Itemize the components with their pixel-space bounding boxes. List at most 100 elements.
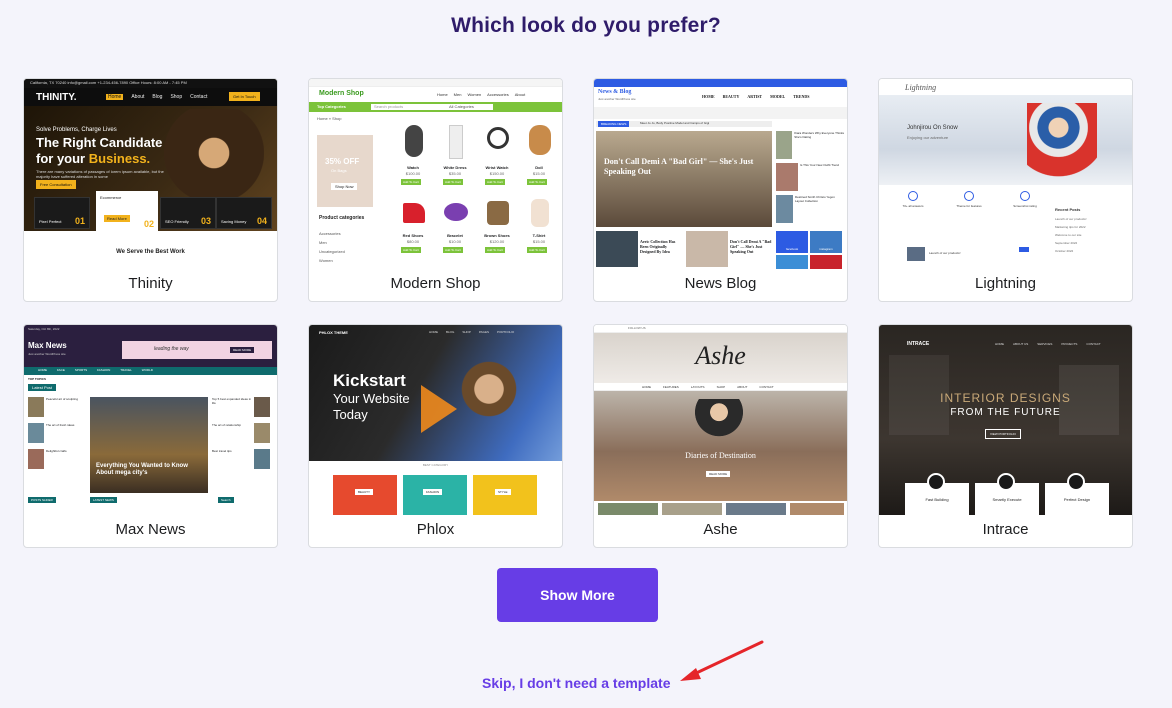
preview-logo: Modern Shop <box>319 90 364 97</box>
preview-tagline: Just another WordPress site <box>28 352 66 356</box>
page-title: Which look do you prefer? <box>451 14 721 37</box>
feature-box: SEO Friendly 03 <box>160 197 216 229</box>
preview-headline-2: FROM THE FUTURE <box>950 407 1061 418</box>
template-name: Intrace <box>982 521 1029 538</box>
preview-latest-list: Peaceful art of sculpting The art of fre… <box>28 397 86 469</box>
preview-nav: HOME BEAUTY ARTIST MODEL TRENDS <box>702 94 810 99</box>
preview-headline: Kickstart <box>333 371 406 390</box>
preview-banner: leading the way READ MORE <box>122 341 272 359</box>
template-name: Modern Shop <box>390 275 481 292</box>
preview-bottom-item: Aeric Collection Has Been Originally Des… <box>640 239 676 254</box>
preview-hero: Johnjirou On Snow Enjoying our adventure <box>879 95 1132 185</box>
preview-post-title: Launch of our products! <box>929 251 961 255</box>
preview-ticker: TOP TOPICS <box>28 377 47 381</box>
product-card: Wrist Watch $150.00 Add To Cart <box>477 121 517 193</box>
preview-side-list: Kiara Wonders Why Everyone Thinks She's … <box>776 131 844 227</box>
template-grid: California, TX 70240 info@gmail.com +1-2… <box>23 78 1133 548</box>
preview-logo: Max News <box>28 341 67 350</box>
preview-headline-2: Your Website <box>333 391 410 406</box>
preview-headline-3: Today <box>333 407 368 422</box>
template-card-intrace[interactable]: INTRACE HOME ABOUT US SERVICES PROJECTS CONT… <box>878 324 1133 548</box>
product-card: Brown Shoes $120.00 Add To Cart <box>477 195 517 267</box>
preview-top-links: FOLLOW US <box>628 326 646 330</box>
template-preview-modern-shop: Modern Shop Home Men Women Accessories About… <box>309 79 562 269</box>
preview-topbar: California, TX 70240 info@gmail.com +1-2… <box>30 80 187 85</box>
preview-latest-label: Latest Post <box>28 384 57 391</box>
preview-nav: HOME FEATURES LAYOUTS SHOP ABOUT CONTACT <box>642 385 774 389</box>
template-name: Thinity <box>128 275 173 292</box>
preview-breadcrumb: Home » Shop <box>317 116 342 121</box>
product-card: White Dress $35.00 Add To Cart <box>435 121 475 193</box>
preview-logo: News & Blog <box>598 89 632 95</box>
preview-features: 70+ all answers Theme for features Scree… <box>889 191 1049 208</box>
preview-button: VIEW PORTFOLIO <box>985 429 1021 439</box>
preview-headline: INTERIOR DESIGNS <box>940 391 1071 405</box>
feature-box: Smartly Execute <box>975 473 1039 515</box>
skip-template-link[interactable]: Skip, I don't need a template <box>482 675 670 691</box>
preview-logo: THINITY. <box>36 92 77 103</box>
product-grid: Watch $100.00 Add To Cart White Dress $35.0… <box>393 121 559 267</box>
template-card-lightning[interactable]: Lightning Johnjirou On Snow Enjoying our… <box>878 78 1133 302</box>
preview-date: Saturday, Oct 8th, 2022 <box>28 327 60 331</box>
template-preview-phlox: PHLOX THEME HOME BLOG SHOP PAGES PORTFOLIO K… <box>309 325 562 515</box>
preview-serve: We Serve the Best Work <box>116 249 185 255</box>
template-card-news-blog[interactable]: News & Blog Just another WordPress site … <box>593 78 848 302</box>
template-card-phlox[interactable]: PHLOX THEME HOME BLOG SHOP PAGES PORTFOLIO K… <box>308 324 563 548</box>
preview-headline-2: for your Business. <box>36 151 151 166</box>
product-card: Red Shoes $80.00 Add To Cart <box>393 195 433 267</box>
preview-breaking-label: BREAKING NEWS <box>598 121 630 127</box>
template-name: Lightning <box>975 275 1036 292</box>
template-card-thinity[interactable]: California, TX 70240 info@gmail.com +1-2… <box>23 78 278 302</box>
preview-kicker: Solve Problems, Charge Lives <box>36 127 117 133</box>
preview-categories: Top Categories <box>317 104 346 109</box>
preview-nav: Home About Blog Shop Contact <box>106 94 208 100</box>
preview-hero: Diaries of Destination READ MORE <box>594 391 847 501</box>
preview-breaking-text: Meet Jo Jo, Body Positive Model and Camp… <box>640 121 710 125</box>
template-card-modern-shop[interactable]: Modern Shop Home Men Women Accessories About… <box>308 78 563 302</box>
preview-nav: HOME ABOUT US SERVICES PROJECTS CONTACT <box>995 342 1101 346</box>
preview-section-label: LATEST NEWS <box>90 497 117 503</box>
template-name: Max News <box>115 521 186 538</box>
preview-section-label: BEST CATEGORY <box>422 463 449 467</box>
preview-button: Free Consultation <box>36 180 76 189</box>
template-name: Phlox <box>416 521 455 538</box>
preview-sidebar-title: Recent Posts <box>1055 207 1081 212</box>
product-card: Bracelet $10.00 Add To Cart <box>435 195 475 267</box>
template-preview-news-blog: News & Blog Just another WordPress site … <box>594 79 847 269</box>
preview-cta: Get In Touch <box>229 92 260 101</box>
preview-sidebar-list: Accessories Men Uncategorized Women <box>319 231 345 263</box>
preview-logo: Lightning <box>905 83 937 92</box>
product-card: Watch $100.00 Add To Cart <box>393 121 433 193</box>
feature-box: Ecommerce Read More 02 <box>96 191 158 231</box>
preview-sidebar-title: Product categories <box>319 215 365 221</box>
template-preview-ashe: FOLLOW US Ashe HOME FEATURES LAYOUTS SHOP AB… <box>594 325 847 515</box>
promo-box: 35% OFF On Bags Shop Now <box>317 135 373 207</box>
template-card-max-news[interactable]: Saturday, Oct 8th, 2022 Max News Just an… <box>23 324 278 548</box>
preview-section-label: Search <box>218 497 234 503</box>
product-card: Doll $15.00 Add To Cart <box>519 121 559 193</box>
preview-hero: Don't Call Demi A "Bad Girl" — She's Jus… <box>596 131 772 227</box>
preview-section-label: POSTS SLIDER <box>28 497 56 503</box>
feature-box: Fast Building <box>905 473 969 515</box>
preview-headline: The Right Candidate <box>36 135 163 150</box>
preview-body: There are many variations of passages of… <box>36 169 164 179</box>
product-card: T-Shirt $15.00 Add To Cart <box>519 195 559 267</box>
preview-feature: Everything You Wanted to Know About mega… <box>90 397 208 493</box>
preview-sidebar-list: Launch of our products! Marketing tips fo… <box>1055 217 1087 253</box>
preview-search: Search products All Categories <box>371 104 493 110</box>
template-preview-intrace: INTRACE HOME ABOUT US SERVICES PROJECTS CONT… <box>879 325 1132 515</box>
template-preview-lightning: Lightning Johnjirou On Snow Enjoying our… <box>879 79 1132 269</box>
preview-nav: HOME FACE SPORTS FASHION TRAVEL WORLD <box>38 368 153 372</box>
preview-logo: PHLOX THEME <box>319 330 348 335</box>
preview-right-list: Top 5 best expanded ideas in life The ar… <box>212 397 274 469</box>
feature-box: Perfect Design <box>1045 473 1109 515</box>
show-more-button[interactable]: Show More <box>497 568 658 622</box>
arrow-pointer-icon <box>680 640 764 681</box>
template-name: News Blog <box>684 275 757 292</box>
template-preview-max-news: Saturday, Oct 8th, 2022 Max News Just an… <box>24 325 277 515</box>
preview-bottom-item: Don't Call Demi A "Bad Girl" — She's Jus… <box>730 239 772 254</box>
preview-nav: Home Men Women Accessories About <box>437 92 526 97</box>
preview-nav: HOME BLOG SHOP PAGES PORTFOLIO <box>429 330 515 334</box>
preview-logo: INTRACE <box>907 341 930 347</box>
template-card-ashe[interactable]: FOLLOW US Ashe HOME FEATURES LAYOUTS SHOP AB… <box>593 324 848 548</box>
